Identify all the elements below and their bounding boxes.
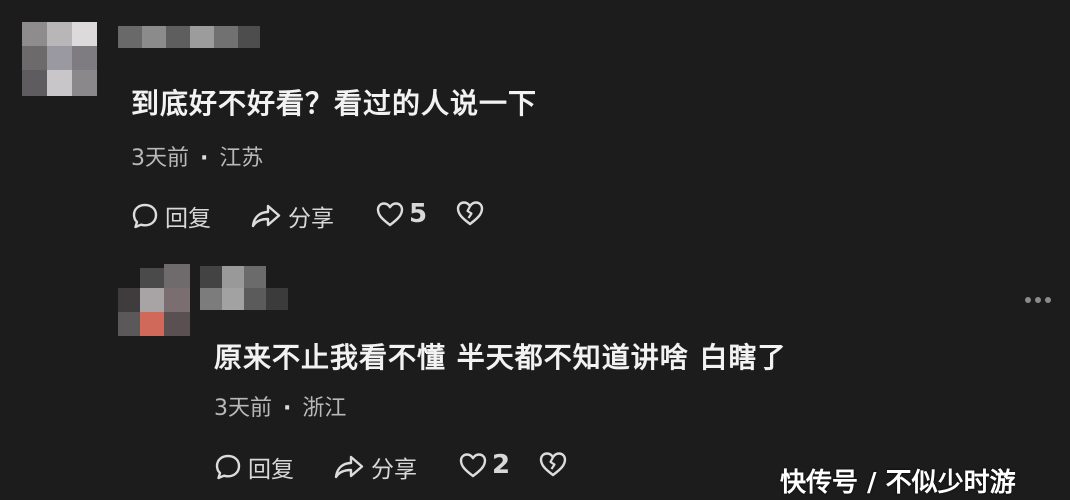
pixel-block — [214, 26, 238, 48]
pixel-block — [190, 26, 214, 48]
pixel-block — [22, 70, 47, 96]
pixel-block — [238, 26, 260, 48]
share-button[interactable]: 分享 — [250, 199, 334, 233]
comment-meta: 3天前 · 江苏 — [131, 140, 263, 172]
broken-heart-icon — [456, 201, 484, 226]
pixel-block — [72, 70, 97, 96]
share-arrow-icon — [251, 204, 281, 228]
comment-meta: 3天前 · 浙江 — [214, 390, 346, 422]
heart-icon — [376, 202, 404, 227]
like-button[interactable]: 5 — [375, 199, 427, 229]
reply-label: 回复 — [165, 206, 211, 232]
pixel-block — [200, 288, 222, 310]
pixel-block — [22, 46, 47, 70]
pixel-block — [164, 264, 190, 288]
comment-text: 原来不止我看不懂 半天都不知道讲啥 白瞎了 — [214, 341, 787, 374]
comment-time: 3天前 — [214, 396, 272, 421]
pixel-block — [22, 22, 47, 46]
reply-button[interactable]: 回复 — [131, 199, 211, 233]
share-label: 分享 — [288, 206, 334, 232]
heart-icon — [459, 453, 487, 478]
pixel-block — [200, 266, 222, 288]
pixel-block — [72, 46, 97, 70]
dislike-button[interactable] — [538, 450, 568, 478]
share-label: 分享 — [371, 457, 417, 483]
like-button[interactable]: 2 — [458, 450, 510, 480]
like-count: 2 — [492, 450, 511, 480]
reply-button[interactable]: 回复 — [214, 450, 294, 484]
reply-label: 回复 — [248, 457, 294, 483]
pixel-block — [118, 26, 142, 48]
comment-time: 3天前 — [131, 146, 189, 171]
pixel-block — [118, 288, 140, 312]
pixel-block — [164, 312, 190, 336]
more-dots-icon — [1035, 297, 1041, 303]
comment-location: 浙江 — [302, 396, 347, 421]
watermark: 快传号 / 不似少时游 — [780, 468, 1016, 498]
share-arrow-icon — [334, 455, 364, 479]
pixel-block — [72, 22, 97, 46]
pixel-block — [166, 26, 190, 48]
comment-text: 到底好不好看？看过的人说一下 — [131, 87, 538, 120]
pixel-block — [244, 266, 266, 288]
meta-separator: · — [283, 396, 292, 421]
meta-separator: · — [200, 146, 209, 171]
comment-location: 江苏 — [219, 146, 264, 171]
pixel-block — [47, 22, 72, 46]
pixel-block — [47, 46, 72, 70]
pixel-block — [266, 288, 288, 310]
more-dots-icon — [1025, 297, 1031, 303]
more-dots-icon — [1045, 297, 1051, 303]
comment-bubble-icon — [215, 454, 241, 480]
pixel-block — [222, 266, 244, 288]
pixel-block — [118, 312, 140, 336]
pixel-block — [47, 70, 72, 96]
broken-heart-icon — [539, 452, 567, 477]
pixel-block — [140, 288, 164, 312]
pixel-block — [164, 288, 190, 312]
pixel-block — [244, 288, 266, 310]
share-button[interactable]: 分享 — [333, 450, 417, 484]
like-count: 5 — [409, 199, 428, 229]
pixel-block — [222, 288, 244, 310]
pixel-block — [140, 312, 164, 336]
dislike-button[interactable] — [455, 199, 485, 227]
comment-bubble-icon — [132, 203, 158, 229]
pixel-block — [140, 268, 164, 288]
pixel-block — [142, 26, 166, 48]
more-options-button[interactable] — [1025, 297, 1051, 303]
